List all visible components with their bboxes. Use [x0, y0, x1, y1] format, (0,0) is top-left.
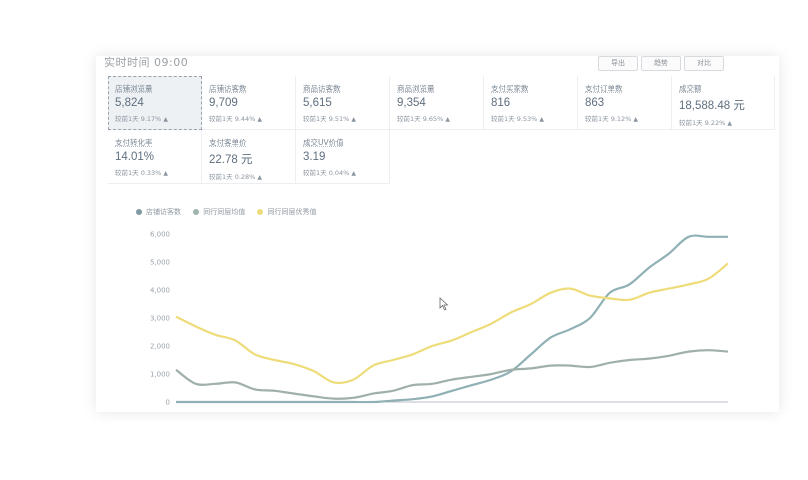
up-arrow-icon: ▲ — [633, 116, 638, 123]
y-tick-label: 5,000 — [150, 259, 170, 267]
legend-item[interactable]: 店铺访客数 — [136, 207, 181, 217]
overview-panel: 实时时间 09:00 导出 趋势 对比 店铺浏览量 5,824 较前1天 9.1… — [96, 56, 779, 412]
export-button[interactable]: 导出 — [598, 56, 638, 71]
metric-card[interactable]: 支付客单价 22.78 元 较前1天 0.28% ▲ — [202, 130, 296, 184]
metric-change: 较前1天 9.22% — [679, 119, 726, 127]
up-arrow-icon: ▲ — [163, 170, 168, 177]
compare-button[interactable]: 对比 — [684, 56, 724, 71]
y-tick-label: 1,000 — [150, 371, 170, 379]
y-tick-label: 6,000 — [150, 231, 170, 239]
metric-label: 商品浏览量 — [397, 84, 435, 93]
metric-value: 816 — [491, 97, 511, 109]
metric-change: 较前1天 9.44% — [209, 115, 256, 123]
y-tick-label: 0 — [166, 399, 170, 407]
metric-label: 支付客单价 — [209, 138, 247, 147]
y-tick-label: 3,000 — [150, 315, 170, 323]
metric-change: 较前1天 9.53% — [491, 115, 538, 123]
legend-label: 同行同层均值 — [203, 208, 246, 216]
panel-title: 实时时间 09:00 — [104, 56, 189, 69]
legend-label: 同行同层优秀值 — [267, 208, 317, 216]
metric-card[interactable]: 成交额 18,588.48 元 较前1天 9.22% ▲ — [672, 76, 775, 130]
metric-label: 店铺访客数 — [209, 84, 247, 93]
up-arrow-icon: ▲ — [539, 116, 544, 123]
metric-change: 较前1天 0.33% — [115, 169, 162, 177]
metric-card[interactable]: 支付买家数 816 较前1天 9.53% ▲ — [484, 76, 578, 130]
metric-value: 3.19 — [303, 151, 326, 163]
legend-dot-icon — [257, 209, 264, 215]
mouse-pointer-icon — [439, 296, 449, 315]
metric-card[interactable]: 商品浏览量 9,354 较前1天 9.65% ▲ — [390, 76, 484, 130]
up-arrow-icon: ▲ — [445, 116, 450, 123]
up-arrow-icon: ▲ — [351, 116, 356, 123]
metric-change: 较前1天 0.04% — [303, 169, 350, 177]
metric-label: 商品访客数 — [303, 84, 341, 93]
metric-change: 较前1天 9.65% — [397, 115, 444, 123]
up-arrow-icon: ▲ — [163, 116, 168, 123]
metric-card[interactable]: 商品访客数 5,615 较前1天 9.51% ▲ — [296, 76, 390, 130]
metric-card[interactable]: 成交UV价值 3.19 较前1天 0.04% ▲ — [296, 130, 390, 184]
metric-value: 5,615 — [303, 97, 332, 109]
metric-card[interactable]: 支付转化率 14.01% 较前1天 0.33% ▲ — [108, 130, 202, 184]
metric-label: 支付订单数 — [585, 84, 623, 93]
metric-value: 22.78 元 — [209, 154, 253, 166]
metric-value: 14.01% — [115, 151, 155, 163]
series-line-3[interactable] — [175, 262, 729, 385]
up-arrow-icon: ▲ — [257, 116, 262, 123]
metric-card[interactable]: 支付订单数 863 较前1天 9.12% ▲ — [578, 76, 672, 130]
metric-label: 成交UV价值 — [303, 138, 344, 147]
up-arrow-icon: ▲ — [727, 120, 732, 127]
legend-label: 店铺访客数 — [146, 208, 181, 216]
y-tick-label: 4,000 — [150, 287, 170, 295]
metric-value: 5,824 — [115, 97, 144, 109]
metric-label: 店铺浏览量 — [115, 84, 153, 93]
metric-change: 较前1天 9.17% — [115, 115, 162, 123]
metric-card[interactable]: 店铺浏览量 5,824 较前1天 9.17% ▲ — [108, 76, 202, 130]
metric-change: 较前1天 9.12% — [585, 115, 632, 123]
metric-label: 成交额 — [679, 84, 702, 93]
metric-value: 18,588.48 元 — [679, 100, 745, 112]
metric-change: 较前1天 0.28% — [209, 173, 256, 181]
trend-chart: 0 1,000 2,000 3,000 4,000 5,000 6,000 — [150, 231, 729, 407]
metric-label: 支付买家数 — [491, 84, 529, 93]
metric-value: 863 — [585, 97, 605, 109]
chart-legend: 店铺访客数 同行同层均值 同行同层优秀值 — [136, 207, 326, 217]
metric-change: 较前1天 9.51% — [303, 115, 350, 123]
trend-button[interactable]: 趋势 — [641, 56, 681, 71]
legend-dot-icon — [193, 209, 200, 215]
up-arrow-icon: ▲ — [351, 170, 356, 177]
metric-card[interactable]: 店铺访客数 9,709 较前1天 9.44% ▲ — [202, 76, 296, 130]
legend-item[interactable]: 同行同层均值 — [193, 207, 245, 217]
metric-value: 9,709 — [209, 97, 238, 109]
up-arrow-icon: ▲ — [257, 174, 262, 181]
legend-dot-icon — [136, 209, 142, 215]
metric-value: 9,354 — [397, 97, 426, 109]
series-line-1[interactable] — [176, 234, 728, 404]
y-tick-label: 2,000 — [150, 343, 170, 351]
metric-label: 支付转化率 — [115, 138, 153, 147]
legend-item[interactable]: 同行同层优秀值 — [257, 207, 316, 217]
